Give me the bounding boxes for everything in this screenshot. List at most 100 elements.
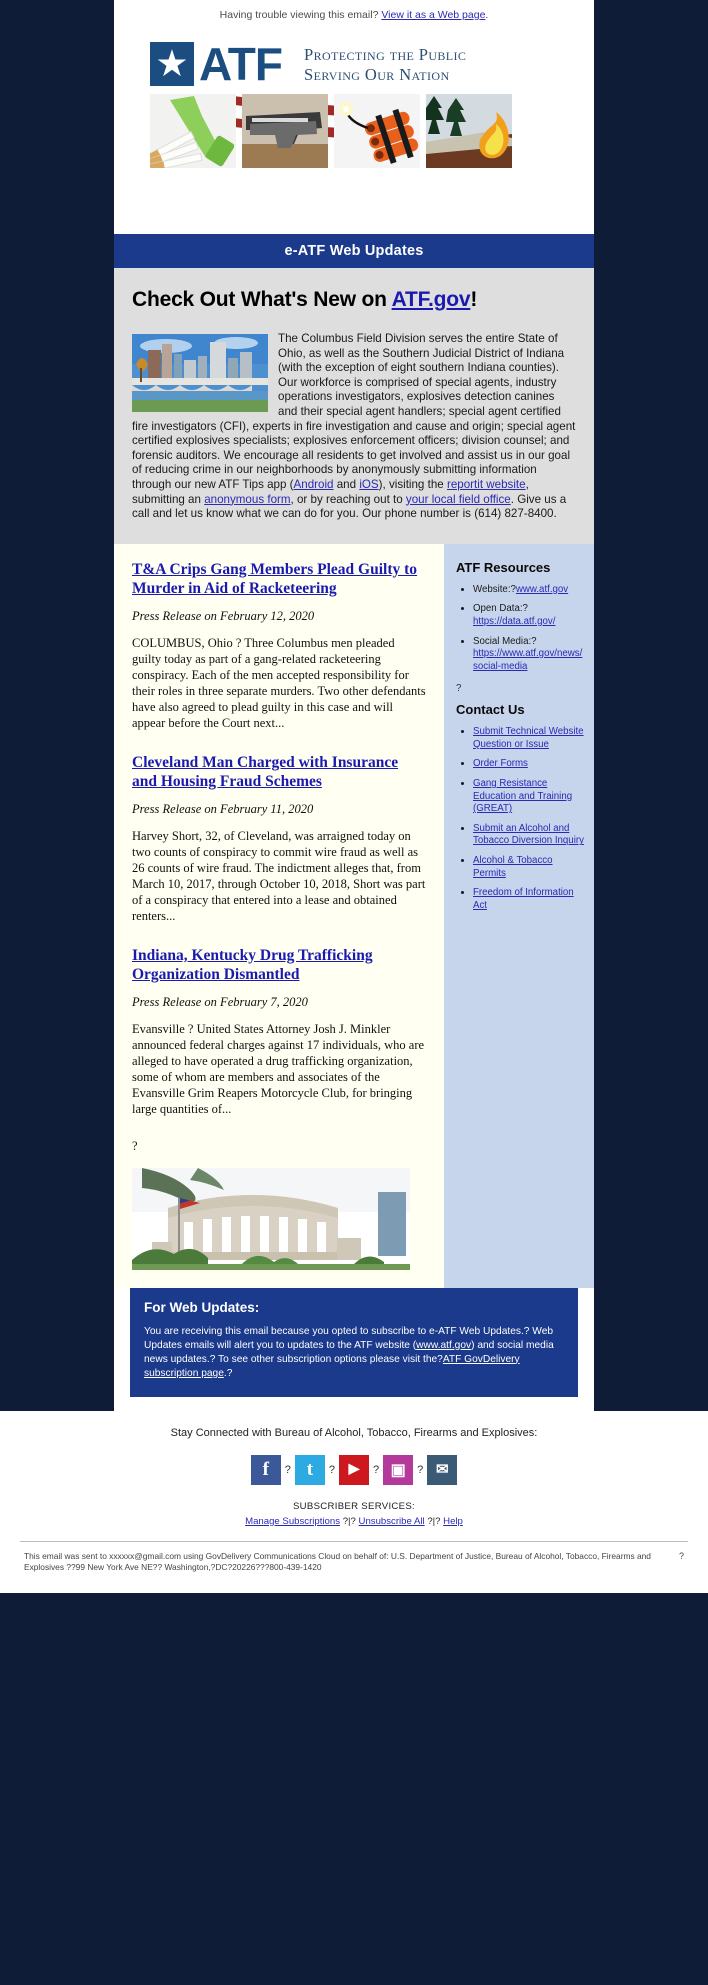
article-body: COLUMBUS, Ohio ? Three Columbus men plea… (132, 635, 426, 730)
anonymous-form-link[interactable]: anonymous form (204, 493, 290, 506)
article-title-link[interactable]: Indiana, Kentucky Drug Trafficking Organ… (132, 947, 373, 983)
atf-gov-link[interactable]: ATF.gov (392, 288, 471, 311)
sep-2: ?|? (424, 1515, 444, 1527)
article-title: Cleveland Man Charged with Insurance and… (132, 753, 426, 791)
preheader-text: Having trouble viewing this email? (219, 9, 382, 21)
notice-wrapper: For Web Updates: You are receiving this … (114, 1287, 594, 1411)
web-updates-title-bar: e-ATF Web Updates (114, 234, 594, 268)
resource-link[interactable]: https://data.atf.gov/ (473, 616, 555, 627)
subscriber-services-label: SUBSCRIBER SERVICES: (292, 1500, 416, 1512)
list-item: Gang Resistance Education and Training (… (473, 778, 584, 816)
columbus-skyline-photo (132, 334, 268, 412)
help-link[interactable]: Help (443, 1516, 463, 1527)
intro-text-3: ), visiting the (378, 477, 447, 491)
tagline-line-2: Serving Our Nation (304, 65, 450, 84)
article-title-link[interactable]: T&A Crips Gang Members Plead Guilty to M… (132, 561, 417, 597)
articles-column: T&A Crips Gang Members Plead Guilty to M… (114, 543, 444, 1288)
sidebar: ATF Resources Website:?www.atf.gov Open … (444, 543, 594, 1288)
subscriber-services-links: Manage Subscriptions ?|? Unsubscribe All… (10, 1516, 698, 1527)
trailing-question-mark: ? (132, 1138, 138, 1153)
atf-tagline: Protecting the Public Serving Our Nation (304, 45, 466, 85)
notice-heading: For Web Updates: (144, 1299, 260, 1315)
legal-text: This email was sent to xxxxxx@gmail.com … (24, 1550, 651, 1572)
local-field-office-link[interactable]: your local field office (406, 493, 511, 506)
social-separator: ? (373, 1463, 380, 1476)
view-as-web-page-link[interactable]: View it as a Web page (381, 9, 485, 21)
web-updates-notice: For Web Updates: You are receiving this … (130, 1287, 578, 1397)
instagram-icon[interactable]: ▣ (383, 1454, 414, 1485)
article-title: Indiana, Kentucky Drug Trafficking Organ… (132, 946, 426, 984)
resource-label: Social Media:? (473, 635, 537, 647)
android-link[interactable]: Android (294, 478, 334, 491)
unsubscribe-all-link[interactable]: Unsubscribe All (359, 1516, 425, 1527)
list-item: Submit an Alcohol and Tobacco Diversion … (473, 823, 584, 848)
facebook-icon[interactable]: f (250, 1454, 281, 1485)
intro-paragraph: The Columbus Field Division serves the e… (132, 332, 576, 522)
intro-text-5: , or by reaching out to (290, 492, 406, 506)
atf-wordmark: ATF (199, 38, 283, 90)
contact-link[interactable]: Alcohol & Tobacco Permits (473, 855, 553, 879)
page-title-after: ! (470, 288, 478, 311)
social-separator: ? (417, 1463, 424, 1476)
resource-label: Website:? (473, 583, 516, 595)
intro-section: Check Out What's New on ATF.gov! The Col… (114, 268, 594, 544)
article-meta: Press Release on February 11, 2020 (132, 801, 314, 816)
social-separator: ? (328, 1463, 335, 1476)
list-item: Website:?www.atf.gov (473, 584, 584, 597)
article-item: Indiana, Kentucky Drug Trafficking Organ… (132, 946, 426, 1117)
contact-link[interactable]: Gang Resistance Education and Training (… (473, 778, 572, 814)
sidebar-contact-heading: Contact Us (456, 702, 525, 718)
arson-photo (426, 94, 512, 168)
reportit-website-link[interactable]: reportit website (447, 478, 526, 491)
article-body: Evansville ? United States Attorney Josh… (132, 1021, 425, 1116)
notice-text: You are receiving this email because you… (144, 1325, 564, 1381)
list-item: Social Media:?https://www.atf.gov/news/s… (473, 636, 584, 674)
email-page: Having trouble viewing this email? View … (0, 0, 708, 1985)
atf-banner: ★ ATF Protecting the Public Serving Our … (114, 28, 594, 234)
preheader-period: . (485, 9, 489, 21)
article-meta: Press Release on February 12, 2020 (132, 608, 315, 623)
notice-text-3: .? (223, 1367, 233, 1379)
resource-label: Open Data:? (473, 603, 528, 615)
tagline-line-1: Protecting the Public (304, 45, 467, 64)
sidebar-separator-qmark: ? (456, 683, 462, 695)
resource-link[interactable]: www.atf.gov (516, 584, 568, 595)
list-item: Alcohol & Tobacco Permits (473, 855, 584, 880)
intro-text-2: and (333, 477, 360, 491)
contact-link[interactable]: Submit an Alcohol and Tobacco Diversion … (473, 823, 584, 847)
social-separator: ? (284, 1463, 291, 1476)
atf-headquarters-photo (132, 1167, 410, 1270)
legal-qmark: ? (678, 1550, 684, 1561)
list-item: Order Forms (473, 758, 584, 771)
explosives-photo (334, 94, 420, 168)
twitter-icon[interactable]: t (294, 1454, 325, 1485)
page-title: Check Out What's New on ATF.gov! (132, 288, 576, 312)
resource-link[interactable]: https://www.atf.gov/news/social-media (473, 648, 582, 672)
sidebar-resources-heading: ATF Resources (456, 559, 551, 575)
alcohol-tobacco-photo (150, 94, 236, 168)
list-item: Submit Technical Website Question or Iss… (473, 726, 584, 751)
atf-gov-footer-link[interactable]: www.atf.gov (416, 1340, 471, 1351)
youtube-icon[interactable]: ▶ (339, 1454, 369, 1485)
preheader: Having trouble viewing this email? View … (114, 0, 594, 28)
email-icon[interactable]: ✉ (427, 1454, 458, 1485)
list-item: Freedom of Information Act (473, 887, 584, 912)
article-item: T&A Crips Gang Members Plead Guilty to M… (132, 560, 426, 731)
contact-link[interactable]: Freedom of Information Act (473, 887, 574, 911)
article-meta: Press Release on February 7, 2020 (132, 994, 308, 1009)
atf-logomark: ★ ATF (150, 38, 283, 90)
firearms-photo (242, 94, 328, 168)
email-body: Having trouble viewing this email? View … (114, 0, 594, 1411)
ios-link[interactable]: iOS (359, 478, 378, 491)
contact-link[interactable]: Submit Technical Website Question or Iss… (473, 726, 584, 750)
page-title-before: Check Out What's New on (132, 288, 392, 311)
contact-link[interactable]: Order Forms (473, 758, 528, 769)
sidebar-contact-list: Submit Technical Website Question or Iss… (456, 726, 584, 912)
article-title-link[interactable]: Cleveland Man Charged with Insurance and… (132, 754, 398, 790)
article-title: T&A Crips Gang Members Plead Guilty to M… (132, 560, 426, 598)
manage-subscriptions-link[interactable]: Manage Subscriptions (245, 1516, 340, 1527)
sidebar-resources-list: Website:?www.atf.gov Open Data:?https://… (456, 584, 584, 674)
govdelivery-footer: Stay Connected with Bureau of Alcohol, T… (0, 1410, 708, 1593)
stay-connected-text: Stay Connected with Bureau of Alcohol, T… (170, 1426, 538, 1439)
sep-1: ?|? (340, 1515, 359, 1527)
